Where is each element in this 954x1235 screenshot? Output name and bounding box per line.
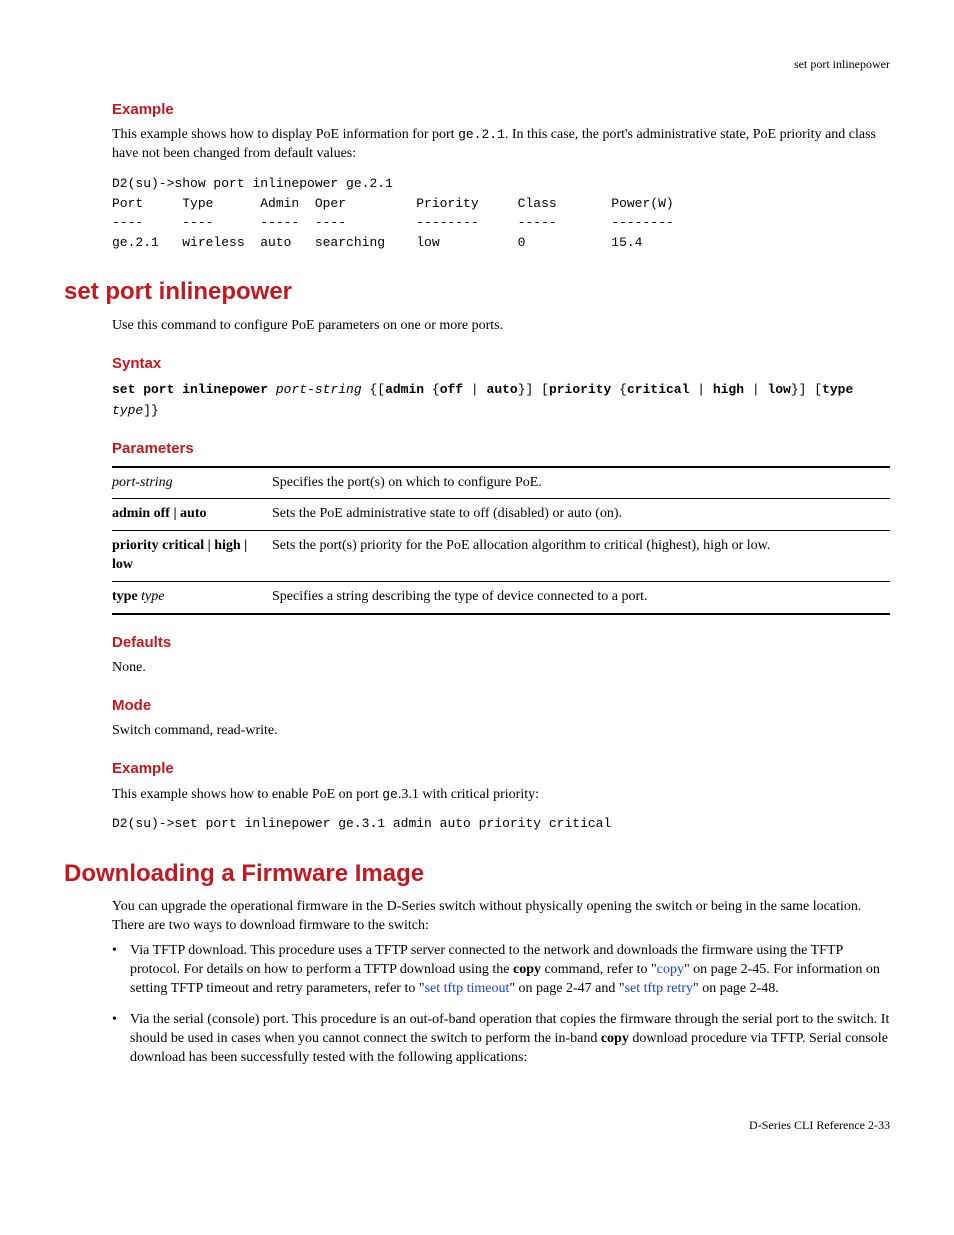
heading-example2: Example: [112, 759, 890, 779]
param-desc: Specifies the port(s) on which to config…: [272, 467, 890, 499]
link-set-tftp-retry[interactable]: set tftp retry: [625, 981, 693, 996]
syntax-arg-port: port-string: [276, 382, 362, 397]
syntax-type-kw: type: [822, 382, 853, 397]
text: " on page 2-47 and ": [509, 981, 624, 996]
example1-code: D2(su)->show port inlinepower ge.2.1 Por…: [112, 174, 890, 252]
copy-bold: copy: [601, 1031, 629, 1046]
syntax-critical: critical: [627, 382, 689, 397]
heading-parameters: Parameters: [112, 439, 890, 459]
syntax-low: low: [767, 382, 790, 397]
firmware-intro: You can upgrade the operational firmware…: [112, 898, 890, 936]
syntax-auto: auto: [487, 382, 518, 397]
param-desc: Sets the port(s) priority for the PoE al…: [272, 531, 890, 582]
param-desc: Specifies a string describing the type o…: [272, 582, 890, 614]
text: " on page 2-48.: [693, 981, 779, 996]
text: .3.1 with critical priority:: [398, 787, 539, 802]
firmware-title: Downloading a Firmware Image: [64, 858, 890, 890]
heading-defaults: Defaults: [112, 633, 890, 653]
table-row: admin off | auto Sets the PoE administra…: [112, 499, 890, 531]
text: This example shows how to enable PoE on …: [112, 787, 382, 802]
table-row: type type Specifies a string describing …: [112, 582, 890, 614]
command-desc: Use this command to configure PoE parame…: [112, 317, 890, 336]
syntax-cmd: set port inlinepower: [112, 382, 268, 397]
heading-mode: Mode: [112, 696, 890, 716]
list-item: Via the serial (console) port. This proc…: [112, 1011, 890, 1068]
running-header: set port inlinepower: [64, 56, 890, 72]
copy-bold: copy: [513, 962, 541, 977]
inline-code: ge.2.1: [458, 127, 505, 142]
mode-body: Switch command, read-write.: [112, 722, 890, 741]
params-table: port-string Specifies the port(s) on whi…: [112, 466, 890, 615]
param-name: type type: [112, 582, 272, 614]
syntax-line: set port inlinepower port-string {[admin…: [112, 380, 890, 422]
link-copy[interactable]: copy: [657, 962, 684, 977]
table-row: priority critical | high | low Sets the …: [112, 531, 890, 582]
syntax-priority: priority: [549, 382, 611, 397]
link-set-tftp-timeout[interactable]: set tftp timeout: [425, 981, 510, 996]
page-footer: D-Series CLI Reference 2-33: [64, 1117, 890, 1133]
syntax-off: off: [440, 382, 463, 397]
table-row: port-string Specifies the port(s) on whi…: [112, 467, 890, 499]
text: command, refer to ": [541, 962, 657, 977]
param-name: admin off | auto: [112, 506, 206, 521]
defaults-body: None.: [112, 659, 890, 678]
example2-intro: This example shows how to enable PoE on …: [112, 786, 890, 805]
param-name: priority critical | high | low: [112, 538, 247, 572]
command-title: set port inlinepower: [64, 276, 890, 308]
text: This example shows how to display PoE in…: [112, 127, 458, 142]
syntax-high: high: [713, 382, 744, 397]
param-name: port-string: [112, 475, 173, 490]
example2-code: D2(su)->set port inlinepower ge.3.1 admi…: [112, 814, 890, 834]
inline-code: ge: [382, 787, 398, 802]
heading-syntax: Syntax: [112, 354, 890, 374]
syntax-admin: admin: [385, 382, 424, 397]
param-desc: Sets the PoE administrative state to off…: [272, 499, 890, 531]
heading-example: Example: [112, 100, 890, 120]
syntax-type-arg: type: [112, 403, 143, 418]
firmware-bullets: Via TFTP download. This procedure uses a…: [112, 942, 890, 1067]
list-item: Via TFTP download. This procedure uses a…: [112, 942, 890, 999]
example1-intro: This example shows how to display PoE in…: [112, 126, 890, 164]
